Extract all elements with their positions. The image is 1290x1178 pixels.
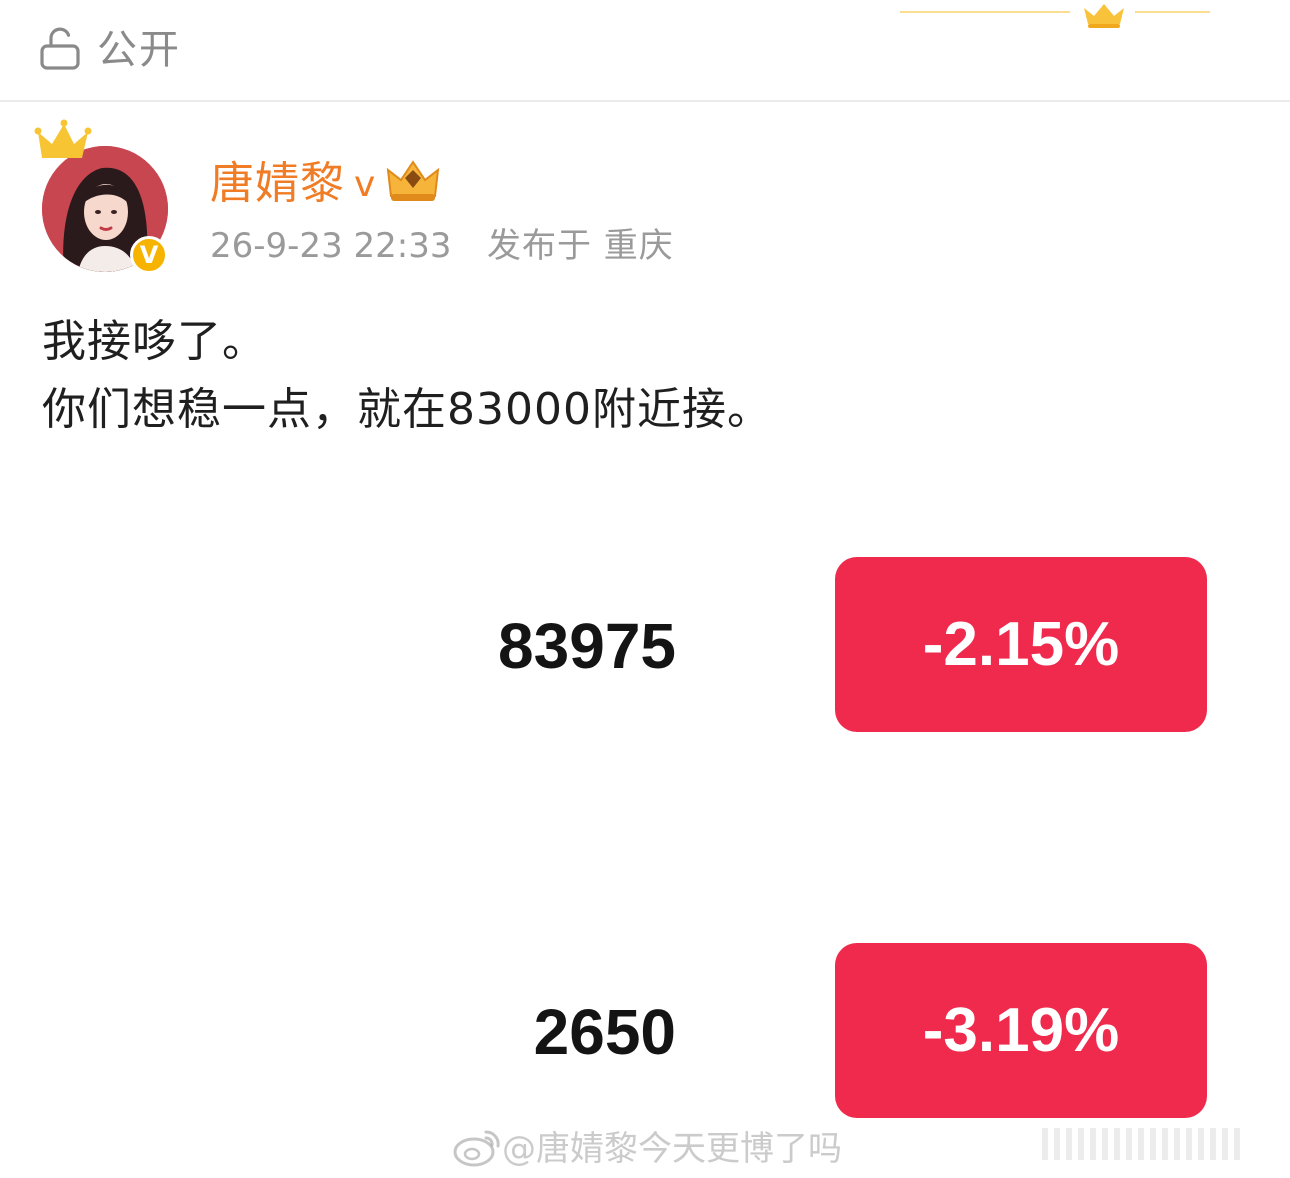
avatar[interactable]: V: [34, 118, 184, 278]
watermark-strip: [1042, 1128, 1242, 1160]
quote-change-badge: -3.19%: [835, 943, 1207, 1118]
unlock-icon: [40, 27, 80, 70]
divider: [0, 100, 1290, 102]
weibo-icon: [453, 1130, 500, 1167]
post-text-line: 你们想稳一点，就在83000附近接。: [42, 384, 772, 435]
watermark-text: @唐婧黎今天更博了吗: [502, 1129, 842, 1169]
quote-change-badge: -2.15%: [835, 557, 1207, 732]
username-link[interactable]: 唐婧黎: [210, 156, 345, 212]
decorative-crown-line: [900, 4, 1210, 28]
verified-badge: V: [130, 236, 168, 274]
privacy-label: 公开: [97, 27, 181, 73]
post-location: 发布于 重庆: [487, 226, 674, 266]
vip-crown-icon[interactable]: [385, 158, 441, 204]
avatar-crown-icon: [34, 119, 92, 158]
post-text: 我接哆了。 你们想稳一点，就在83000附近接。: [42, 308, 772, 444]
vip-v-mark: v: [354, 164, 376, 205]
post-text-line: 我接哆了。: [42, 316, 267, 367]
quote-value: 83975: [498, 610, 676, 682]
post-time: 26-9-23 22:33: [210, 226, 452, 266]
quote-value: 2650: [533, 996, 676, 1068]
